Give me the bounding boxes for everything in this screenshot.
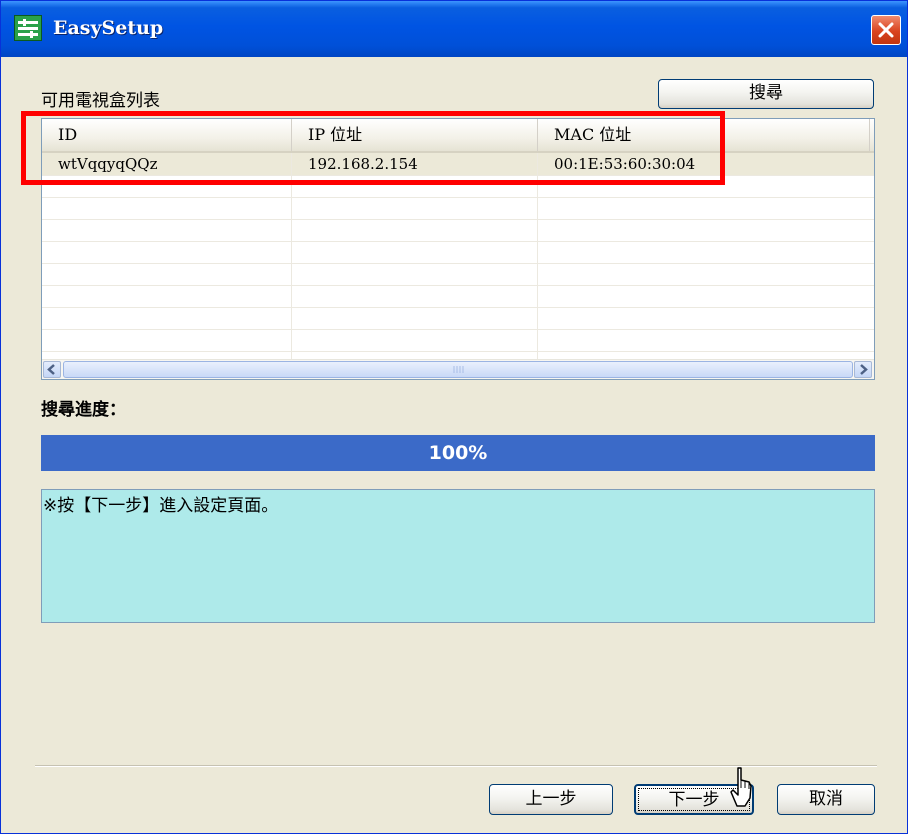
grid-line xyxy=(42,197,874,198)
grid-line xyxy=(42,351,874,352)
title-bar[interactable]: EasySetup xyxy=(1,1,907,57)
arrow-left-icon xyxy=(47,364,55,375)
grid-line xyxy=(42,263,874,264)
grid-line xyxy=(42,219,874,220)
horizontal-scrollbar[interactable] xyxy=(42,359,874,379)
scroll-left-button[interactable] xyxy=(43,361,61,378)
grid-line xyxy=(42,307,874,308)
progress-bar: 100% xyxy=(41,435,875,471)
search-button[interactable]: 搜尋 xyxy=(658,79,874,109)
window-title: EasySetup xyxy=(53,17,164,39)
scroll-thumb[interactable] xyxy=(63,361,853,378)
close-icon xyxy=(878,22,894,38)
progress-label: 搜尋進度： xyxy=(41,400,126,420)
arrow-right-icon xyxy=(860,364,868,375)
grid-line xyxy=(42,329,874,330)
mouse-pointer-icon xyxy=(730,767,752,807)
close-button[interactable] xyxy=(871,15,901,45)
grid-line xyxy=(42,285,874,286)
back-button[interactable]: 上一步 xyxy=(489,784,613,815)
scroll-right-button[interactable] xyxy=(854,361,872,378)
message-box: ※按【下一步】進入設定頁面。 xyxy=(41,489,875,623)
device-list-label: 可用電視盒列表 xyxy=(41,91,160,111)
grid-line xyxy=(42,241,874,242)
grip-icon xyxy=(453,366,464,373)
easysetup-window: EasySetup 可用電視盒列表 搜尋 ID IP 位址 MAC 位址 wtV… xyxy=(0,0,908,834)
highlight-annotation xyxy=(21,111,725,185)
app-icon xyxy=(14,15,42,41)
instruction-text: ※按【下一步】進入設定頁面。 xyxy=(43,496,279,516)
cancel-button[interactable]: 取消 xyxy=(777,784,875,815)
